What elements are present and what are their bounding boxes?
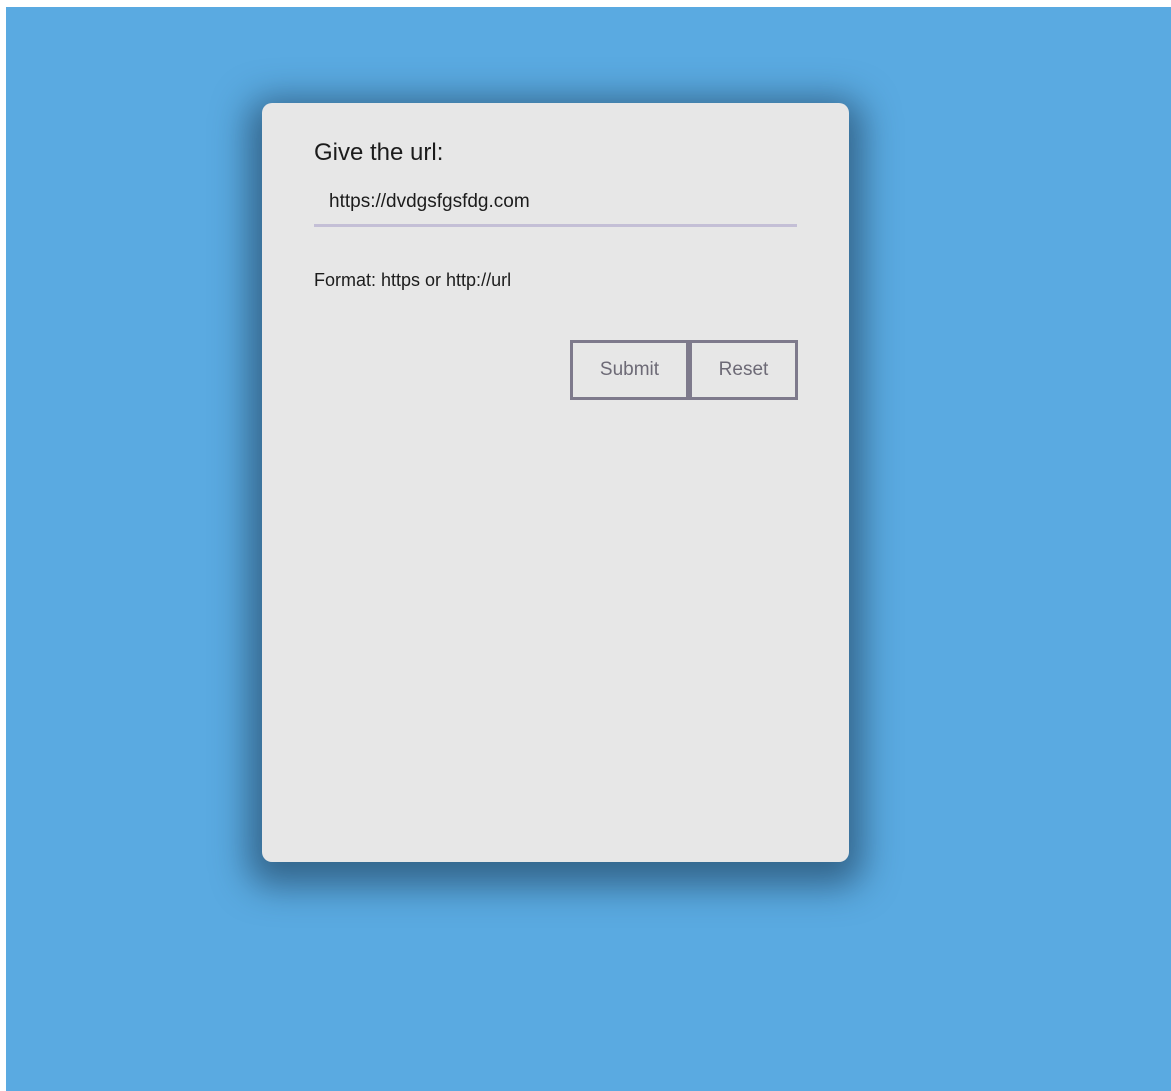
format-hint: Format: https or http://url — [314, 270, 512, 290]
reset-button[interactable]: Reset — [689, 340, 798, 400]
url-input[interactable] — [314, 179, 797, 227]
url-form-card: Give the url: Format: https or http://ur… — [262, 103, 849, 862]
submit-button[interactable]: Submit — [570, 340, 689, 400]
url-label: Give the url: — [314, 139, 444, 166]
page-background: Give the url: Format: https or http://ur… — [6, 7, 1171, 1091]
